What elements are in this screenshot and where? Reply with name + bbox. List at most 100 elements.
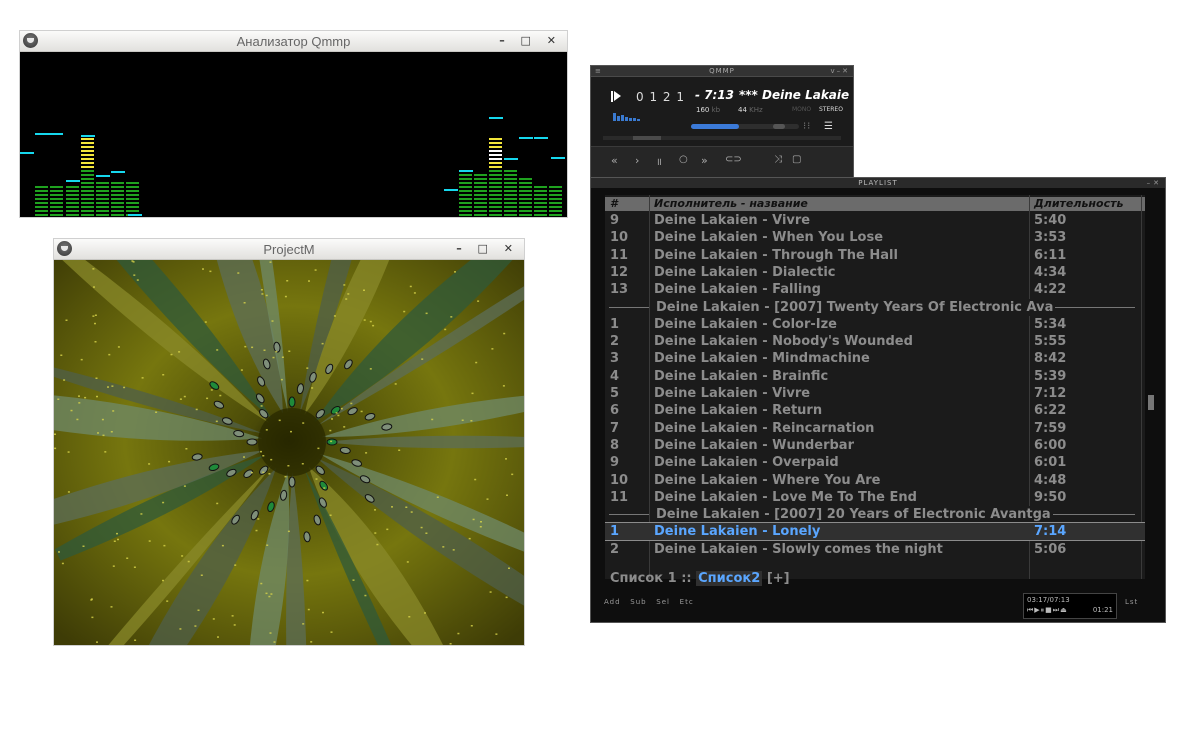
track-row[interactable]: 12 Deine Lakaien - Dialectic 4:34 [605, 264, 1145, 281]
lst-button[interactable]: Lst [1125, 598, 1138, 606]
playlist-view[interactable]: # Исполнитель - название Длительность 9 D… [605, 195, 1145, 579]
track-row[interactable]: 4 Deine Lakaien - Brainfic 5:39 [605, 368, 1145, 385]
track-row[interactable]: 7 Deine Lakaien - Reincarnation 7:59 [605, 420, 1145, 437]
bar-segment [504, 202, 517, 204]
track-row[interactable]: 3 Deine Lakaien - Mindmachine 8:42 [605, 350, 1145, 367]
balance-handle[interactable] [773, 124, 785, 129]
track-row[interactable]: 9 Deine Lakaien - Vivre 5:40 [605, 212, 1145, 229]
play-icon[interactable]: › [635, 154, 639, 167]
shuffle-icon[interactable]: ⤨ [774, 154, 782, 165]
header-duration[interactable]: Длительность [1034, 197, 1123, 211]
visual-speck [337, 414, 340, 417]
time-display[interactable]: 0 1 2 1 [636, 90, 685, 104]
track-row[interactable]: 8 Deine Lakaien - Wunderbar 6:00 [605, 437, 1145, 454]
analyzer-bar [504, 52, 517, 217]
group-header[interactable]: Deine Lakaien - [2007] Twenty Years Of E… [605, 299, 1145, 316]
visual-speck [251, 471, 253, 474]
analyzer-titlebar[interactable]: Анализатор Qmmp – □ ✕ [20, 31, 567, 52]
bar-segment [96, 190, 109, 192]
bar-segment [519, 206, 532, 208]
bar-segment [81, 198, 94, 200]
bar-segment [504, 186, 517, 188]
track-title: Deine Lakaien - Where You Are [654, 473, 881, 488]
tab-list2[interactable]: Список2 [696, 571, 763, 586]
playlist-header: # Исполнитель - название Длительность [605, 197, 1145, 211]
seek-handle[interactable] [633, 136, 661, 140]
visual-speck [170, 353, 173, 356]
add-tab-button[interactable]: [+] [767, 571, 790, 586]
track-row[interactable]: 5 Deine Lakaien - Vivre 7:12 [605, 385, 1145, 402]
add-button[interactable]: Add [604, 598, 621, 606]
current-track-row[interactable]: 1 Deine Lakaien - Lonely 7:14 [605, 522, 1145, 541]
sub-button[interactable]: Sub [630, 598, 646, 606]
track-row[interactable]: 13 Deine Lakaien - Falling 4:22 [605, 281, 1145, 298]
seek-slider[interactable] [603, 136, 841, 140]
track-row[interactable]: 6 Deine Lakaien - Return 6:22 [605, 402, 1145, 419]
analyzer-peak [111, 171, 125, 173]
bar-segment [81, 150, 94, 152]
header-title[interactable]: Исполнитель - название [654, 197, 808, 211]
mini-transport-icons[interactable]: ⏮▶⏸■⏭⏏ [1027, 606, 1068, 615]
visual-speck [195, 408, 198, 411]
visual-speck [343, 284, 346, 286]
bar-segment [489, 190, 502, 192]
track-row[interactable]: 10 Deine Lakaien - Where You Are 4:48 [605, 472, 1145, 489]
stop-icon[interactable]: ○ [679, 154, 688, 165]
track-row[interactable]: 1 Deine Lakaien - Color-Ize 5:34 [605, 316, 1145, 333]
header-num[interactable]: # [610, 197, 618, 211]
tab-list1[interactable]: Список 1 [610, 571, 677, 586]
bar-segment [81, 146, 94, 148]
pause-icon[interactable]: ॥ [656, 154, 662, 168]
visual-speck [479, 526, 482, 528]
track-duration: 5:55 [1034, 334, 1067, 349]
projectm-window: ProjectM – □ ✕ [0, 112, 583, 746]
visual-speck [95, 377, 98, 379]
qmmp-main-window: ≡ QMMP v–✕ 0 1 2 1 - 7:13 *** Deine Laka… [590, 65, 854, 180]
bar-segment [489, 166, 502, 168]
visual-speck [61, 562, 64, 565]
etc-button[interactable]: Etc [680, 598, 694, 606]
visual-speck [162, 579, 164, 582]
visual-speck [301, 463, 304, 465]
balance-slider[interactable] [759, 124, 799, 129]
bar-segment [534, 214, 547, 216]
track-row[interactable]: 9 Deine Lakaien - Overpaid 6:01 [605, 454, 1145, 471]
window-controls[interactable]: v–✕ [830, 66, 850, 76]
window-controls[interactable]: – □ ✕ [456, 242, 519, 255]
playlist-button[interactable]: ☰ [824, 121, 833, 132]
visual-speck [217, 636, 219, 638]
track-row[interactable]: 11 Deine Lakaien - Through The Hall 6:11 [605, 247, 1145, 264]
window-controls[interactable]: –✕ [1147, 178, 1162, 188]
next-icon[interactable]: » [701, 154, 708, 167]
visual-speck [352, 579, 355, 581]
previous-icon[interactable]: « [611, 154, 618, 167]
visual-speck [268, 595, 271, 598]
visual-speck [134, 639, 137, 641]
repeat-icon[interactable]: ▢ [792, 154, 801, 165]
bar-segment [534, 202, 547, 204]
visual-speck [270, 593, 273, 595]
track-row[interactable]: 11 Deine Lakaien - Love Me To The End 9:50 [605, 489, 1145, 506]
eject-icon[interactable]: ⊂⊃ [725, 154, 742, 165]
bar-segment [519, 202, 532, 204]
playlist-titlebar[interactable]: PLAYLIST –✕ [591, 178, 1165, 188]
visual-speck [475, 361, 478, 364]
track-row[interactable]: 2 Deine Lakaien - Slowly comes the night 5… [605, 541, 1145, 558]
track-row[interactable]: 2 Deine Lakaien - Nobody's Wounded 5:55 [605, 333, 1145, 350]
track-duration: 3:53 [1034, 230, 1067, 245]
bar-segment [534, 210, 547, 212]
track-row[interactable]: 10 Deine Lakaien - When You Lose 3:53 [605, 229, 1145, 246]
window-controls[interactable]: – □ ✕ [499, 34, 562, 47]
equalizer-button[interactable]: ⁝⁝ [803, 121, 811, 132]
sel-button[interactable]: Sel [656, 598, 670, 606]
qmmp-titlebar[interactable]: ≡ QMMP v–✕ [591, 66, 853, 77]
projectm-titlebar[interactable]: ProjectM – □ ✕ [54, 239, 524, 260]
playlist-scrollbar-handle[interactable] [1148, 395, 1154, 410]
bar-segment [489, 146, 502, 148]
visual-speck [111, 385, 114, 387]
track-title: Deine Lakaien - Vivre [654, 386, 811, 401]
bitrate: 160 kb [696, 106, 720, 114]
bar-segment [519, 182, 532, 184]
group-header[interactable]: Deine Lakaien - [2007] 20 Years of Elect… [605, 506, 1145, 523]
bar-segment [35, 210, 48, 212]
